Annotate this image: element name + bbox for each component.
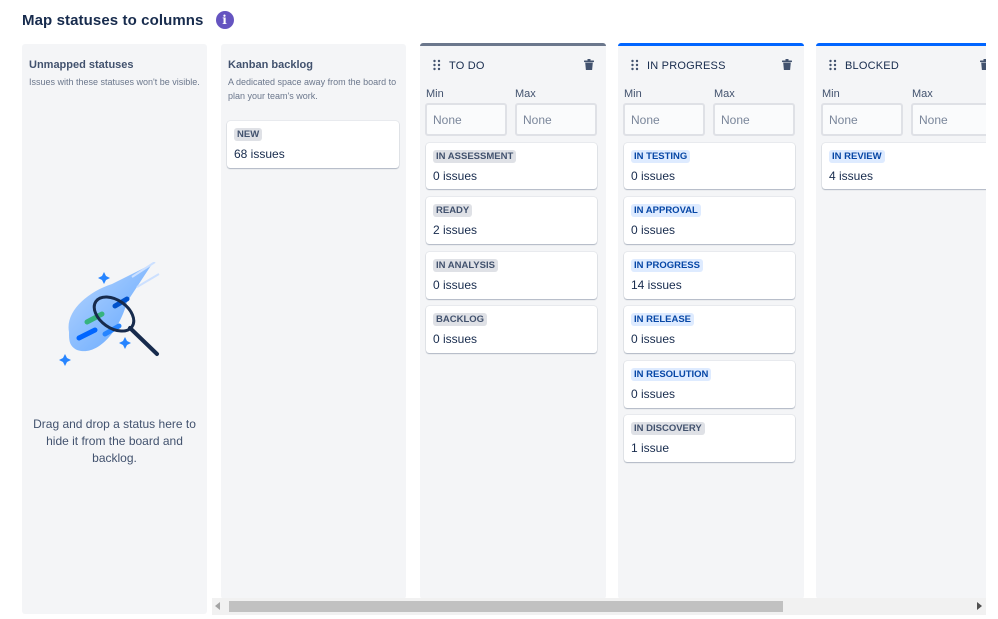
status-lozenge: READY [433,204,473,217]
horizontal-scrollbar[interactable] [212,598,986,615]
column-header: IN PROGRESS [618,58,804,74]
status-card-in-approval[interactable]: IN APPROVAL 0 issues [624,197,795,244]
scrollbar-thumb[interactable] [229,601,783,612]
status-card-in-release[interactable]: IN RELEASE 0 issues [624,306,795,353]
trash-icon[interactable] [782,59,792,70]
unmapped-title: Unmapped statuses [29,59,134,71]
status-card-in-discovery[interactable]: IN DISCOVERY 1 issue [624,415,795,462]
unmapped-statuses-panel: Unmapped statuses Issues with these stat… [22,44,207,614]
column-header: BLOCKED [816,58,986,74]
status-card-backlog[interactable]: BACKLOG 0 issues [426,306,597,353]
min-label: Min [822,88,840,100]
status-lozenge: IN TESTING [631,150,691,163]
min-label: Min [426,88,444,100]
max-label: Max [912,88,933,100]
issue-count: 14 issues [631,278,682,292]
issue-count: 0 issues [433,169,478,183]
max-input[interactable] [713,103,795,136]
trash-icon[interactable] [980,59,986,70]
max-input[interactable] [515,103,597,136]
column-name[interactable]: TO DO [449,60,485,72]
issue-count: 0 issues [433,332,478,346]
min-input[interactable] [623,103,705,136]
column-name[interactable]: IN PROGRESS [647,60,726,72]
issue-count: 0 issues [433,278,478,292]
kanban-description: A dedicated space away from the board to… [228,77,397,101]
drag-handle-icon[interactable] [630,59,640,71]
drag-handle-icon[interactable] [828,59,838,71]
status-lozenge: IN RELEASE [631,313,695,326]
status-card-in-assessment[interactable]: IN ASSESSMENT 0 issues [426,143,597,189]
issue-count: 2 issues [433,223,478,237]
scroll-right-arrow-icon[interactable] [977,602,982,610]
issue-count: 4 issues [829,169,874,183]
issue-count: 68 issues [234,147,285,161]
status-lozenge: IN DISCOVERY [631,422,705,435]
status-lozenge: IN APPROVAL [631,204,701,217]
status-card-in-analysis[interactable]: IN ANALYSIS 0 issues [426,252,597,299]
page-title: Map statuses to columns [22,11,204,29]
scroll-left-arrow-icon[interactable] [215,602,220,610]
status-lozenge: IN RESOLUTION [631,368,712,381]
column-to-do[interactable]: TO DO Min Max IN ASSESSMENT 0 issues REA… [420,43,606,599]
column-header: TO DO [420,58,606,74]
min-label: Min [624,88,642,100]
issue-count: 0 issues [631,332,676,346]
kanban-backlog-panel: Kanban backlog A dedicated space away fr… [221,44,406,599]
issue-count: 0 issues [631,223,676,237]
drop-hint-text: Drag and drop a status here to hide it f… [33,417,196,465]
column-name[interactable]: BLOCKED [845,60,899,72]
status-lozenge: IN ASSESSMENT [433,150,517,163]
status-card-new[interactable]: NEW 68 issues [227,121,399,168]
status-card-in-resolution[interactable]: IN RESOLUTION 0 issues [624,361,795,408]
drag-handle-icon[interactable] [432,59,442,71]
status-lozenge: IN ANALYSIS [433,259,498,272]
min-input[interactable] [821,103,903,136]
issue-count: 1 issue [631,441,670,455]
status-lozenge: IN REVIEW [829,150,885,163]
issue-count: 0 issues [631,387,676,401]
min-input[interactable] [425,103,507,136]
max-label: Max [515,88,536,100]
column-in-progress[interactable]: IN PROGRESS Min Max IN TESTING 0 issues … [618,43,804,599]
column-clip: BLOCKED Min Max IN REVIEW 4 issues [816,43,986,599]
status-card-in-progress[interactable]: IN PROGRESS 14 issues [624,252,795,299]
status-lozenge: BACKLOG [433,313,488,326]
status-lozenge: NEW [234,128,263,141]
kanban-title: Kanban backlog [228,59,313,71]
max-input[interactable] [911,103,986,136]
page-header: Map statuses to columns i [22,10,234,30]
trash-icon[interactable] [584,59,594,70]
status-card-ready[interactable]: READY 2 issues [426,197,597,244]
info-icon[interactable]: i [215,11,234,29]
unmapped-description: Issues with these statuses won't be visi… [29,77,200,87]
status-card-in-testing[interactable]: IN TESTING 0 issues [624,143,795,189]
max-label: Max [714,88,735,100]
status-lozenge: IN PROGRESS [631,259,703,272]
column-blocked[interactable]: BLOCKED Min Max IN REVIEW 4 issues [816,43,986,599]
badminton-racket-illustration [59,262,160,366]
status-card-in-review[interactable]: IN REVIEW 4 issues [822,143,986,189]
issue-count: 0 issues [631,169,676,183]
